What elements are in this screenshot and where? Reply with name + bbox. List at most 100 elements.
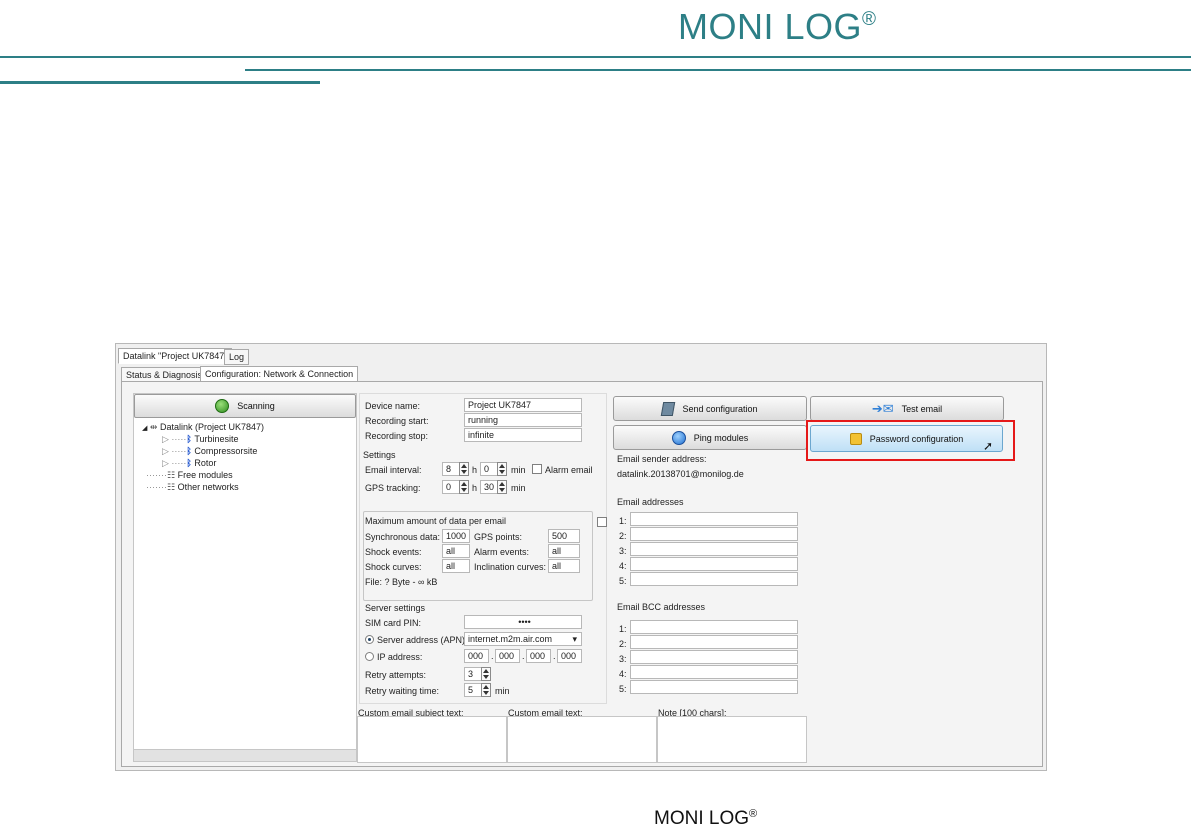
gps-points-label: GPS points: xyxy=(474,532,523,542)
note-textarea[interactable] xyxy=(657,716,807,763)
bluetooth-icon: ᛒ xyxy=(186,434,192,444)
ip-dot: . xyxy=(522,651,525,661)
ip-octet-1[interactable]: 000 xyxy=(464,649,489,663)
shock-curves-field[interactable]: all xyxy=(442,559,470,573)
ip-octet-4[interactable]: 000 xyxy=(557,649,582,663)
tree-item-free-modules[interactable]: ·······☷ Free modules xyxy=(146,470,233,481)
synchronous-data-field[interactable]: 1000 xyxy=(442,529,470,543)
ip-dot: . xyxy=(553,651,556,661)
alarm-events-field[interactable]: all xyxy=(548,544,580,558)
sim-pin-field[interactable]: •••• xyxy=(464,615,582,629)
server-address-radio[interactable] xyxy=(365,635,374,644)
email-bcc-4[interactable] xyxy=(630,665,798,679)
network-icon: ☷ xyxy=(166,482,176,492)
ping-modules-button[interactable]: Ping modules xyxy=(613,425,807,450)
email-bcc-3[interactable] xyxy=(630,650,798,664)
email-address-index: 3: xyxy=(619,546,627,556)
recording-start-label: Recording start: xyxy=(365,416,429,426)
ip-octet-2[interactable]: 000 xyxy=(495,649,520,663)
gps-tracking-hours[interactable]: 0 xyxy=(442,480,460,494)
test-email-button[interactable]: ➔✉ Test email xyxy=(810,396,1004,421)
email-bcc-index: 3: xyxy=(619,654,627,664)
inclination-curves-label: Inclination curves: xyxy=(474,562,547,572)
inclination-curves-field[interactable]: all xyxy=(548,559,580,573)
custom-email-textarea[interactable] xyxy=(507,716,657,763)
test-email-label: Test email xyxy=(901,403,943,414)
apn-select[interactable]: internet.m2m.air.com ▾ xyxy=(464,632,582,646)
max-data-checkbox[interactable] xyxy=(597,517,607,527)
recording-start-field[interactable]: running xyxy=(464,413,582,427)
retry-waiting-field[interactable]: 5 xyxy=(464,683,482,697)
sim-pin-label: SIM card PIN: xyxy=(365,618,422,628)
retry-attempts-field[interactable]: 3 xyxy=(464,667,482,681)
retry-attempts-stepper[interactable] xyxy=(481,667,491,681)
tree-item-datalink[interactable]: ◢ ⇹ Datalink (Project UK7847) xyxy=(142,422,264,433)
ip-address-label: IP address: xyxy=(377,652,423,662)
ip-octet-3[interactable]: 000 xyxy=(526,649,551,663)
tree-item-compressorsite-label: Compressorsite xyxy=(194,446,258,456)
email-address-1[interactable] xyxy=(630,512,798,526)
gps-points-field[interactable]: 500 xyxy=(548,529,580,543)
email-bcc-5[interactable] xyxy=(630,680,798,694)
alarm-events-label: Alarm events: xyxy=(474,547,530,557)
gps-tracking-minutes-stepper[interactable] xyxy=(497,480,507,494)
configuration-panel: Scanning ◢ ⇹ Datalink (Project UK7847) ▷… xyxy=(121,381,1043,767)
expand-arrow-icon: ▷ ····· xyxy=(162,434,187,444)
tree-item-compressorsite[interactable]: ▷ ·····ᛒ Compressorsite xyxy=(162,446,257,457)
email-address-5[interactable] xyxy=(630,572,798,586)
brand-logo-bottom: MONI LOG® xyxy=(654,808,757,830)
bluetooth-icon: ᛒ xyxy=(186,446,192,456)
scanning-button-label: Scanning xyxy=(237,401,275,411)
retry-waiting-stepper[interactable] xyxy=(481,683,491,697)
email-interval-minutes-stepper[interactable] xyxy=(497,462,507,476)
email-interval-minutes[interactable]: 0 xyxy=(480,462,498,476)
tree-item-turbinesite[interactable]: ▷ ·····ᛒ Turbinesite xyxy=(162,434,239,445)
ip-address-radio[interactable] xyxy=(365,652,374,661)
header-rule-1 xyxy=(0,56,1191,58)
recording-stop-field[interactable]: infinite xyxy=(464,428,582,442)
tree-item-turbinesite-label: Turbinesite xyxy=(194,434,239,444)
email-address-index: 1: xyxy=(619,516,627,526)
shock-events-label: Shock events: xyxy=(365,547,422,557)
apn-select-value: internet.m2m.air.com xyxy=(468,634,553,644)
scanning-button[interactable]: Scanning xyxy=(134,394,356,418)
header-rule-3 xyxy=(0,81,320,84)
send-configuration-button[interactable]: Send configuration xyxy=(613,396,807,421)
email-bcc-1[interactable] xyxy=(630,620,798,634)
server-settings-title: Server settings xyxy=(365,603,426,613)
tree-item-other-networks[interactable]: ·······☷ Other networks xyxy=(146,482,239,493)
tab-datalink[interactable]: Datalink "Project UK7847" xyxy=(118,348,233,364)
gps-tracking-minutes[interactable]: 30 xyxy=(480,480,498,494)
tab-log[interactable]: Log xyxy=(224,349,250,365)
email-address-3[interactable] xyxy=(630,542,798,556)
recording-stop-label: Recording stop: xyxy=(365,431,429,441)
email-interval-hours-stepper[interactable] xyxy=(459,462,469,476)
brand-logo-top: MONI LOG® xyxy=(678,6,877,48)
shock-events-field[interactable]: all xyxy=(442,544,470,558)
email-bcc-index: 1: xyxy=(619,624,627,634)
horizontal-scrollbar[interactable] xyxy=(134,749,356,761)
minutes-unit: min xyxy=(511,483,526,493)
brand-logo-top-text: MONI LOG xyxy=(678,6,863,47)
email-bcc-index: 5: xyxy=(619,684,627,694)
tree-item-rotor[interactable]: ▷ ·····ᛒ Rotor xyxy=(162,458,216,469)
tree-connector: ······· xyxy=(146,482,167,492)
email-bcc-2[interactable] xyxy=(630,635,798,649)
alarm-email-checkbox[interactable] xyxy=(532,464,542,474)
email-address-index: 4: xyxy=(619,561,627,571)
custom-subject-textarea[interactable] xyxy=(357,716,507,763)
device-name-field[interactable]: Project UK7847 xyxy=(464,398,582,412)
tab-configuration-network[interactable]: Configuration: Network & Connection xyxy=(200,366,359,382)
email-interval-hours[interactable]: 8 xyxy=(442,462,460,476)
alarm-email-label: Alarm email xyxy=(545,465,593,475)
tree-item-other-networks-label: Other networks xyxy=(177,482,239,492)
email-address-index: 2: xyxy=(619,531,627,541)
tree-item-rotor-label: Rotor xyxy=(194,458,217,468)
tree-connector: ······· xyxy=(146,470,167,480)
gps-tracking-hours-stepper[interactable] xyxy=(459,480,469,494)
email-address-2[interactable] xyxy=(630,527,798,541)
email-address-4[interactable] xyxy=(630,557,798,571)
retry-waiting-unit: min xyxy=(495,686,510,696)
expand-arrow-icon: ▷ ····· xyxy=(162,458,187,468)
ip-dot: . xyxy=(491,651,494,661)
